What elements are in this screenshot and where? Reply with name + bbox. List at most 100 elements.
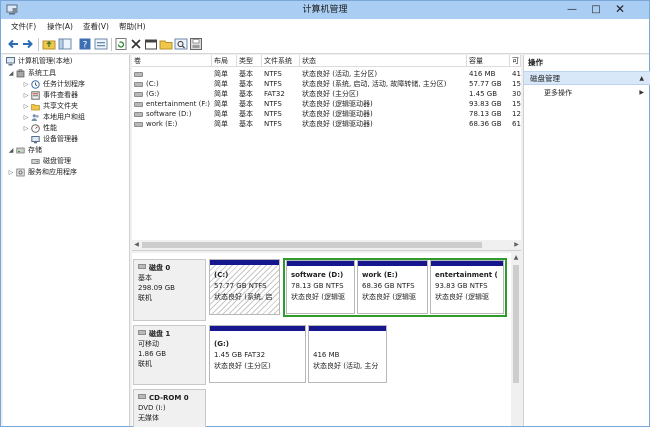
column-header-layout[interactable]: 布局 <box>212 55 237 67</box>
table-cell-type: 基本 <box>239 110 253 118</box>
menu-help[interactable]: 帮助(H) <box>119 21 146 33</box>
table-cell-status: 状态良好 (活动, 主分区) <box>302 70 378 78</box>
search-icon[interactable] <box>174 37 188 51</box>
expand-arrow-icon[interactable]: ▷ <box>23 123 29 134</box>
properties-sheet-icon[interactable] <box>144 37 158 51</box>
column-header-capacity[interactable]: 容量 <box>467 55 510 67</box>
menu-file[interactable]: 文件(F) <box>11 21 36 33</box>
maximize-button[interactable]: □ <box>585 1 607 19</box>
expand-arrow-icon[interactable]: ▷ <box>23 101 29 112</box>
partition-d[interactable]: software (D:) 78.13 GB NTFS 状态良好 (逻辑驱 <box>286 260 355 314</box>
forward-icon[interactable] <box>21 37 35 51</box>
column-header-type[interactable]: 类型 <box>237 55 262 67</box>
column-header-free[interactable]: 可 <box>510 55 521 67</box>
table-cell-status: 状态良好 (系统, 启动, 活动, 故障转储, 主分区) <box>302 80 447 88</box>
table-cell-free: 41 <box>512 70 521 78</box>
show-tree-icon[interactable] <box>58 37 72 51</box>
cdrom-icon <box>138 394 146 399</box>
table-row[interactable]: (C:) 简单 基本 NTFS 状态良好 (系统, 启动, 活动, 故障转储, 主分区)… <box>132 79 521 89</box>
partition-f[interactable]: entertainment ( 93.83 GB NTFS 状态良好 (逻辑驱 <box>430 260 504 314</box>
delete-icon[interactable] <box>129 37 143 51</box>
column-header-status[interactable]: 状态 <box>300 55 467 67</box>
table-cell-type: 基本 <box>239 120 253 128</box>
table-cell-fs: NTFS <box>264 120 282 128</box>
minimize-button[interactable]: — <box>561 1 583 19</box>
volume-icon <box>134 92 143 97</box>
table-row[interactable]: 简单 基本 NTFS 状态良好 (活动, 主分区) 416 MB 41 <box>132 69 521 79</box>
partition-system-reserved[interactable]: 416 MB 状态良好 (活动, 主分 <box>308 325 387 383</box>
volume-list[interactable]: 卷 布局 类型 文件系统 状态 容量 可 简单 基本 NTFS 状态良好 (活动, 主… <box>132 55 521 251</box>
expand-arrow-icon[interactable]: ▷ <box>8 167 14 178</box>
disk-management-icon <box>31 157 40 166</box>
toolbar-separator <box>111 38 112 51</box>
close-button[interactable]: ✕ <box>609 1 631 19</box>
disk-row: CD-ROM 0 DVD (I:) 无媒体 <box>132 389 510 427</box>
title-bar[interactable]: 计算机管理 — □ ✕ <box>1 1 649 19</box>
table-cell-fs: NTFS <box>264 100 282 108</box>
partition-c[interactable]: (C:) 57.77 GB NTFS 状态良好 (系统, 启 <box>209 259 280 315</box>
scrollbar-thumb[interactable] <box>142 242 482 248</box>
horizontal-scrollbar[interactable]: ◀ ▶ <box>132 240 521 250</box>
table-cell-free: 15 <box>512 100 521 108</box>
scroll-up-icon[interactable]: ▲ <box>511 253 521 263</box>
partition-e[interactable]: work (E:) 68.36 GB NTFS 状态良好 (逻辑驱 <box>357 260 428 314</box>
tree-root[interactable]: 计算机管理(本地) <box>6 56 130 67</box>
menu-action[interactable]: 操作(A) <box>47 21 73 33</box>
table-cell-volume: (G:) <box>132 89 212 99</box>
tree-item-performance[interactable]: ▷ 性能 <box>23 123 130 134</box>
column-header-filesystem[interactable]: 文件系统 <box>262 55 300 67</box>
help-icon[interactable]: ? <box>78 37 92 51</box>
disk-label[interactable]: 磁盘 0 基本 298.09 GB 联机 <box>133 259 206 321</box>
scroll-left-icon[interactable]: ◀ <box>132 240 141 250</box>
table-row[interactable]: work (E:) 简单 基本 NTFS 状态良好 (逻辑驱动器) 68.36 GB 61 <box>132 119 521 129</box>
table-cell-free: 12 <box>512 110 521 118</box>
tree-item-event-viewer[interactable]: ▷ 事件查看器 <box>23 90 130 101</box>
back-icon[interactable] <box>6 37 20 51</box>
volume-icon <box>134 112 143 117</box>
table-row[interactable]: entertainment (F:) 简单 基本 NTFS 状态良好 (逻辑驱动器) 93… <box>132 99 521 109</box>
tree-item-local-users[interactable]: ▷ 本地用户和组 <box>23 112 130 123</box>
column-header-volume[interactable]: 卷 <box>132 55 212 67</box>
disk-row: 磁盘 0 基本 298.09 GB 联机 (C:) 57.77 GB NTFS … <box>132 258 510 323</box>
collapse-up-icon[interactable]: ▲ <box>639 72 644 86</box>
disk-graphical-view[interactable]: 磁盘 0 基本 298.09 GB 联机 (C:) 57.77 GB NTFS … <box>132 253 521 427</box>
menu-view[interactable]: 查看(V) <box>83 21 109 33</box>
table-row[interactable]: software (D:) 简单 基本 NTFS 状态良好 (逻辑驱动器) 78.13 G… <box>132 109 521 119</box>
disk-icon[interactable] <box>189 37 203 51</box>
tree-item-storage[interactable]: ◢ 存储 <box>8 145 130 156</box>
partition-g[interactable]: (G:) 1.45 GB FAT32 状态良好 (主分区) <box>209 325 306 383</box>
table-cell-status: 状态良好 (逻辑驱动器) <box>302 110 373 118</box>
tree-item-disk-management[interactable]: 磁盘管理 <box>23 156 130 167</box>
performance-icon <box>31 124 40 133</box>
collapse-arrow-icon[interactable]: ◢ <box>8 68 14 79</box>
disk-label[interactable]: CD-ROM 0 DVD (I:) 无媒体 <box>133 389 206 427</box>
scrollbar-thumb[interactable] <box>513 265 519 383</box>
scroll-right-icon[interactable]: ▶ <box>512 240 521 250</box>
table-cell-capacity: 93.83 GB <box>469 100 502 108</box>
navigation-tree[interactable]: 计算机管理(本地) ◢ 系统工具 ▷ 任务计划程序 ▷ 事件查看器 ▷ 共享文件… <box>3 55 130 426</box>
table-cell-capacity: 68.36 GB <box>469 120 502 128</box>
expand-arrow-icon[interactable]: ▷ <box>23 90 29 101</box>
disk-label[interactable]: 磁盘 1 可移动 1.86 GB 联机 <box>133 325 206 385</box>
table-row[interactable]: (G:) 简单 基本 FAT32 状态良好 (主分区) 1.45 GB 30 <box>132 89 521 99</box>
table-cell-volume <box>132 69 212 79</box>
disk-row: 磁盘 1 可移动 1.86 GB 联机 (G:) 1.45 GB FAT32 状… <box>132 325 510 385</box>
expand-arrow-icon[interactable]: ▷ <box>23 79 29 90</box>
volume-icon <box>134 72 143 77</box>
tree-item-services-apps[interactable]: ▷ 服务和应用程序 <box>8 167 130 178</box>
refresh-icon[interactable] <box>114 37 128 51</box>
svg-text:?: ? <box>83 41 88 51</box>
up-folder-icon[interactable] <box>42 37 56 51</box>
properties-icon[interactable] <box>94 37 108 51</box>
open-folder-icon[interactable] <box>159 37 173 51</box>
vertical-scrollbar[interactable]: ▲ <box>511 253 521 426</box>
tree-item-shared-folders[interactable]: ▷ 共享文件夹 <box>23 101 130 112</box>
tree-item-system-tools[interactable]: ◢ 系统工具 <box>8 68 130 79</box>
tree-item-device-manager[interactable]: 设备管理器 <box>23 134 130 145</box>
expand-arrow-icon[interactable]: ▷ <box>23 112 29 123</box>
tree-item-task-scheduler[interactable]: ▷ 任务计划程序 <box>23 79 130 90</box>
collapse-arrow-icon[interactable]: ◢ <box>8 145 14 156</box>
actions-section-disk-management[interactable]: 磁盘管理 ▲ <box>524 71 650 85</box>
action-more-actions[interactable]: 更多操作 ▶ <box>524 87 650 99</box>
clock-icon <box>31 80 40 89</box>
